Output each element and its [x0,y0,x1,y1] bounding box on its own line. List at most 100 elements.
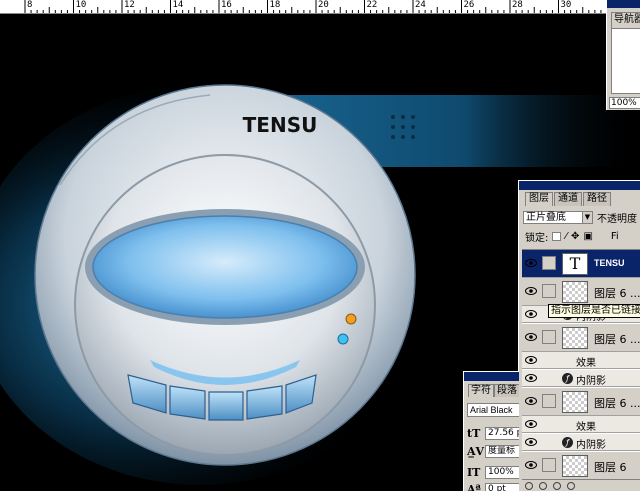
tab-channels[interactable]: 通道 [554,192,582,206]
ruler-tick-label: 10 [75,0,87,10]
link-toggle[interactable] [542,458,556,472]
ruler-tick-label: 26 [463,0,475,10]
indicator-orange [345,313,357,325]
lock-icon[interactable]: ▣ [583,231,592,242]
eye-icon[interactable] [525,373,537,383]
ruler-tick-label: 30 [560,0,572,10]
kerning-field[interactable]: 度量标 [485,444,519,458]
eye-icon[interactable] [525,332,537,342]
navigator-panel: 导航器 100% [606,0,640,110]
eye-icon[interactable] [525,286,537,296]
link-toggle[interactable] [542,394,556,408]
ruler-tick-label: 28 [512,0,523,10]
layer-name: 内阴影 [576,376,606,387]
link-tooltip: 指示图层是否已链接 [548,304,640,318]
layers-bottom-toolbar [522,479,640,491]
character-tabs: 字符 段落 [468,384,519,397]
adjustment-icon[interactable] [567,481,575,490]
layer-effect-row[interactable]: ƒ内阴影 [522,370,640,387]
baseline-field[interactable]: 0 pt [485,482,519,491]
vscale-row: IT 100% [467,465,519,479]
character-titlebar[interactable] [464,372,519,381]
lock-transparency-checkbox[interactable] [552,231,562,241]
eye-icon[interactable] [525,396,537,406]
font-size-field[interactable]: 27.56 p [485,426,519,440]
layer-name: 效果 [576,358,596,369]
ruler-tick-label: 22 [366,0,378,10]
tab-paths[interactable]: 路径 [583,192,611,206]
ruler-tick-label: 8 [27,0,33,10]
navigator-preview[interactable] [611,28,640,94]
brush-icon[interactable] [542,256,556,270]
eye-icon[interactable] [525,460,537,470]
layer-row[interactable]: T TENSU [522,250,640,278]
layer-name: 图层 6 [594,461,627,474]
lock-label: 锁定: [525,232,549,244]
blend-mode-select[interactable]: 正片叠底 ▼ [523,210,593,224]
tab-paragraph[interactable]: 段落 [494,384,519,397]
eye-icon[interactable] [525,419,537,429]
ruler-tick-label: 16 [221,0,232,10]
blend-row: 正片叠底 ▼ 不透明度 [523,209,640,225]
link-toggle[interactable] [542,284,556,298]
layer-name: TENSU [594,258,625,268]
effect-icon: ƒ [562,437,573,448]
layer-thumbnail [562,281,588,303]
mask-icon[interactable] [539,481,547,490]
vertical-scale-field[interactable]: 100% [485,465,519,479]
layer-row[interactable]: 图层 6 ... [522,324,640,352]
navigator-titlebar[interactable] [607,0,640,8]
opacity-label: 不透明度 [597,213,637,225]
ruler-tick-label: 14 [172,0,184,10]
baseline-icon: Aª [467,482,481,491]
font-size-row: tT 27.56 p [467,426,519,440]
layer-name: 图层 6 ... [594,333,640,346]
navigator-zoom-field[interactable]: 100% [609,97,640,109]
layer-effect-row[interactable]: ƒ内阴影 [522,434,640,451]
fill-label: Fi [610,230,619,242]
blend-mode-value: 正片叠底 [526,211,566,223]
new-set-icon[interactable] [553,481,561,490]
eye-icon[interactable] [525,309,537,319]
baseline-row: Aª 0 pt [467,482,519,491]
eye-icon[interactable] [525,258,537,268]
layer-effect-row[interactable]: 效果 [522,352,640,369]
link-toggle[interactable] [542,330,556,344]
glass-window [92,215,358,319]
layer-effect-row[interactable]: 效果 [522,416,640,433]
ruler-tick-label: 18 [269,0,281,10]
layer-style-icon[interactable] [525,481,533,490]
tensu-logo-text: TENSU [243,113,318,137]
layer-thumbnail [562,455,588,477]
kerning-icon: A̲V [467,444,485,458]
tracking-row: A̲V 度量标 [467,444,519,458]
tab-layers[interactable]: 图层 [525,192,553,206]
eye-icon[interactable] [525,355,537,365]
tab-character[interactable]: 字符 [468,384,494,397]
text-layer-icon: T [562,253,588,275]
layer-thumbnail [562,327,588,349]
layers-list: TTENSU图层 6 ...ƒ内阴影图层 6 ...效果ƒ内阴影图层 6 ...… [522,249,640,491]
layers-titlebar[interactable] [519,181,640,190]
tab-navigator[interactable]: 导航器 [611,12,640,28]
layer-name: 图层 6 ... [594,397,640,410]
ruler-tick-label: 12 [124,0,135,10]
layer-name: 图层 6 ... [594,287,640,300]
chevron-down-icon: ▼ [582,211,592,223]
eye-icon[interactable] [525,437,537,447]
brush-icon[interactable]: ⁄ [565,231,567,242]
indicator-blue [337,333,349,345]
effect-icon: ƒ [562,373,573,384]
layer-row[interactable]: 图层 6 [522,452,640,480]
ruler-tick-label: 20 [318,0,329,10]
horizontal-ruler[interactable]: 8101214161820222426283032 [0,0,610,14]
layer-row[interactable]: 图层 6 ... [522,388,640,416]
layer-thumbnail [562,391,588,413]
font-size-icon: tT [467,426,481,440]
move-icon[interactable]: ✥ [571,231,579,242]
lock-row: 锁定: ⁄ ✥ ▣ Fi [525,229,640,244]
font-family-field[interactable]: Arial Black [467,403,519,417]
layer-row[interactable]: 图层 6 ... [522,278,640,306]
layers-tabs: 图层 通道 路径 [525,192,612,206]
layers-panel: 图层 通道 路径 正片叠底 ▼ 不透明度 锁定: ⁄ ✥ ▣ Fi T TENSU… [518,180,640,491]
